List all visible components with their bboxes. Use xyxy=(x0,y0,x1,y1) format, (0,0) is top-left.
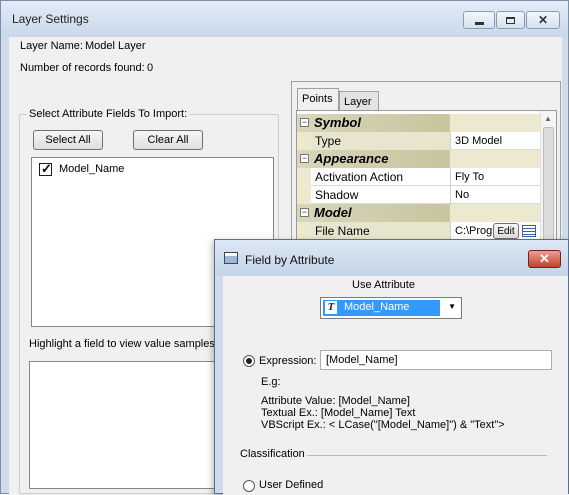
property-row-activation-action[interactable]: Activation Action Fly To xyxy=(297,168,542,186)
tab-points[interactable]: Points xyxy=(297,88,339,110)
model-name-checkbox[interactable]: ✓ xyxy=(39,161,52,176)
property-value[interactable]: 3D Model xyxy=(450,132,542,150)
dialog-client: Use Attribute T Model_Name ▼ Expression:… xyxy=(223,276,568,495)
checkmark-icon: ✓ xyxy=(41,161,52,176)
close-icon: ✕ xyxy=(537,13,549,27)
property-name: Type xyxy=(315,134,342,148)
select-all-button[interactable]: Select All xyxy=(33,130,103,150)
dialog-app-icon xyxy=(224,252,238,264)
dialog-title-bar[interactable]: Field by Attribute ✕ xyxy=(215,240,568,276)
row-gutter xyxy=(297,186,311,204)
dialog-close-button[interactable]: ✕ xyxy=(528,250,561,268)
edit-button[interactable]: Edit xyxy=(493,223,519,239)
property-row-shadow[interactable]: Shadow No xyxy=(297,186,542,204)
expression-radio[interactable] xyxy=(243,355,255,367)
scroll-up-icon[interactable]: ▲ xyxy=(544,114,552,123)
category-value-cell xyxy=(450,114,542,132)
example-vbscript: VBScript Ex.: < LCase("[Model_Name]") & … xyxy=(261,419,505,431)
layer-name-value: Model Layer xyxy=(85,40,146,52)
maximize-button[interactable] xyxy=(496,11,525,29)
property-name: File Name xyxy=(315,224,370,238)
example-textual: Textual Ex.: [Model_Name] Text xyxy=(261,407,416,419)
expression-input[interactable]: [Model_Name] xyxy=(320,350,552,370)
tab-layer[interactable]: Layer xyxy=(339,91,379,110)
user-defined-label: User Defined xyxy=(259,479,324,491)
close-button[interactable]: ✕ xyxy=(526,11,560,29)
property-row-type[interactable]: Type 3D Model xyxy=(297,132,542,150)
field-name: Model_Name xyxy=(59,163,125,175)
example-attribute-value: Attribute Value: [Model_Name] xyxy=(261,395,410,407)
combobox-value: Model_Name xyxy=(344,301,410,313)
use-attribute-label: Use Attribute xyxy=(352,279,415,291)
category-model[interactable]: − Model xyxy=(297,204,542,222)
minimize-icon xyxy=(474,21,484,25)
collapse-icon[interactable]: − xyxy=(300,154,309,163)
layer-name-label: Layer Name: xyxy=(20,40,83,52)
collapse-icon[interactable]: − xyxy=(300,118,309,127)
attribute-group-label: Select Attribute Fields To Import: xyxy=(27,108,190,120)
row-gutter xyxy=(297,168,311,186)
window-title: Layer Settings xyxy=(12,12,89,26)
category-symbol[interactable]: − Symbol xyxy=(297,114,542,132)
attribute-combobox[interactable]: T Model_Name ▼ xyxy=(320,297,462,319)
close-icon: ✕ xyxy=(539,251,550,266)
property-value[interactable]: No xyxy=(450,186,542,204)
collapse-icon[interactable]: − xyxy=(300,208,309,217)
user-defined-radio[interactable] xyxy=(243,480,255,492)
scroll-thumb[interactable] xyxy=(543,127,554,242)
samples-hint: Highlight a field to view value samples. xyxy=(29,338,218,350)
classification-label: Classification xyxy=(240,448,305,460)
category-value-cell xyxy=(450,150,542,168)
combobox-selected: T Model_Name xyxy=(323,300,440,316)
category-label: Appearance xyxy=(314,151,389,166)
category-label: Model xyxy=(314,205,352,220)
category-value-cell xyxy=(450,204,542,222)
property-row-file-name[interactable]: File Name C:\Progr Edit xyxy=(297,222,542,240)
row-gutter xyxy=(297,132,311,150)
row-gutter xyxy=(297,222,311,240)
category-appearance[interactable]: − Appearance xyxy=(297,150,542,168)
classification-divider xyxy=(307,455,547,456)
field-by-attribute-dialog: Field by Attribute ✕ Use Attribute T Mod… xyxy=(214,239,569,495)
table-icon[interactable] xyxy=(522,225,536,237)
list-item[interactable]: ✓ Model_Name xyxy=(36,161,266,179)
minimize-button[interactable] xyxy=(463,11,495,29)
title-bar[interactable]: Layer Settings ✕ xyxy=(1,1,568,37)
records-label: Number of records found: xyxy=(20,62,145,74)
text-field-icon: T xyxy=(325,301,337,314)
property-value[interactable]: Fly To xyxy=(450,168,542,186)
maximize-icon xyxy=(506,16,515,24)
category-label: Symbol xyxy=(314,115,361,130)
property-name: Shadow xyxy=(315,188,359,202)
expression-label: Expression: xyxy=(259,355,317,367)
property-value[interactable]: C:\Progr xyxy=(450,222,494,240)
clear-all-button[interactable]: Clear All xyxy=(133,130,203,150)
records-value: 0 xyxy=(147,62,154,74)
dialog-title: Field by Attribute xyxy=(245,253,335,267)
dropdown-arrow-icon[interactable]: ▼ xyxy=(448,302,456,311)
example-header: E.g: xyxy=(261,376,281,388)
property-name: Activation Action xyxy=(315,170,404,184)
